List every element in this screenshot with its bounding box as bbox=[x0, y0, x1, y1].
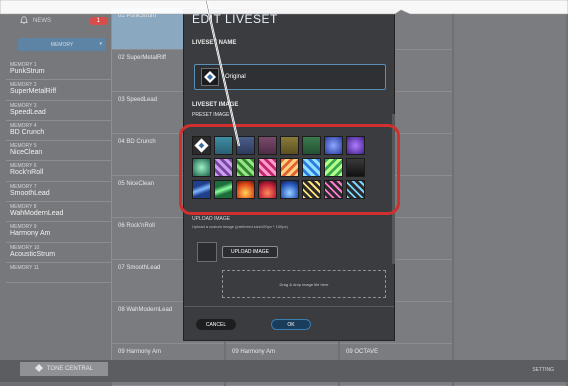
dialog-footer: CANCEL OK bbox=[184, 306, 394, 341]
memory-item[interactable]: MEMORY 2 SuperMetalRiff bbox=[6, 80, 112, 101]
memory-list: MEMORY 1 PunkStrum MEMORY 2 SuperMetalRiff… bbox=[6, 60, 112, 284]
memory-item[interactable]: MEMORY 8 WahModernLead bbox=[6, 202, 112, 223]
memory-item[interactable]: MEMORY 6 Rock'nRoll bbox=[6, 161, 112, 182]
tone-central-icon bbox=[34, 364, 43, 374]
memory-num: MEMORY 10 bbox=[10, 244, 40, 251]
tone-central-label: TONE CENTRAL bbox=[46, 366, 94, 372]
memory-item[interactable]: MEMORY 4 BD Crunch bbox=[6, 121, 112, 142]
memory-item[interactable]: MEMORY 11 bbox=[6, 263, 112, 284]
memory-num: MEMORY 11 bbox=[10, 264, 39, 271]
liveset-cell bbox=[454, 8, 566, 386]
app-window: NEWS 1 MEMORY ▾ MEMORY 1 PunkStrum MEMORY… bbox=[0, 0, 568, 386]
news-button[interactable]: NEWS 1 bbox=[19, 14, 108, 28]
memory-item[interactable]: MEMORY 5 NiceClean bbox=[6, 141, 112, 162]
liveset-name-input[interactable]: Original bbox=[194, 64, 386, 90]
memory-name: BD Crunch bbox=[10, 128, 45, 136]
bell-icon bbox=[19, 16, 29, 26]
preset-image-label: PRESET IMAGE bbox=[192, 112, 230, 118]
sidebar: NEWS 1 MEMORY ▾ MEMORY 1 PunkStrum MEMORY… bbox=[0, 0, 112, 382]
liveset-name-label: LIVESET NAME bbox=[192, 40, 237, 46]
memory-select-label: MEMORY bbox=[50, 41, 74, 48]
memory-name: SpeedLead bbox=[10, 108, 46, 116]
memory-num: MEMORY 2 bbox=[10, 82, 37, 89]
liveset-image-label: LIVESET IMAGE bbox=[192, 102, 239, 108]
memory-name: SuperMetalRiff bbox=[10, 88, 57, 96]
memory-item[interactable]: MEMORY 1 PunkStrum bbox=[6, 60, 112, 81]
liveset-name-value: Original bbox=[225, 74, 246, 80]
liveset-logo-icon bbox=[201, 68, 219, 86]
upload-preview bbox=[197, 242, 217, 262]
memory-num: MEMORY 9 bbox=[10, 224, 37, 231]
memory-item[interactable]: MEMORY 9 Harmony Am bbox=[6, 222, 112, 243]
setting-button[interactable]: SETTING bbox=[532, 367, 554, 373]
tone-central-button[interactable]: TONE CENTRAL bbox=[20, 362, 108, 376]
memory-num: MEMORY 5 bbox=[10, 143, 37, 150]
memory-item[interactable]: MEMORY 10 AcousticStrum bbox=[6, 243, 112, 263]
chevron-down-icon: ▾ bbox=[99, 41, 102, 47]
news-label: NEWS bbox=[33, 18, 51, 24]
cancel-button[interactable]: CANCEL bbox=[196, 319, 236, 330]
memory-name: NiceClean bbox=[10, 149, 43, 157]
memory-name: WahModernLead bbox=[10, 210, 64, 218]
memory-item[interactable]: MEMORY 7 SmoothLead bbox=[6, 182, 112, 203]
memory-num: MEMORY 1 bbox=[10, 62, 37, 68]
highlight-ring bbox=[179, 124, 400, 215]
memory-select[interactable]: MEMORY ▾ bbox=[18, 38, 106, 51]
image-drop-zone[interactable]: Drag & drop image file here bbox=[222, 270, 386, 298]
upload-image-hint: Upload a custom image (preferred size100… bbox=[192, 224, 288, 229]
memory-name: SmoothLead bbox=[10, 189, 50, 197]
ok-button[interactable]: OK bbox=[271, 319, 311, 330]
memory-name: PunkStrum bbox=[10, 68, 45, 75]
news-badge: 1 bbox=[88, 17, 108, 25]
memory-name: AcousticStrum bbox=[10, 250, 56, 258]
memory-name: Rock'nRoll bbox=[10, 169, 44, 177]
memory-num: MEMORY 6 bbox=[10, 163, 37, 170]
dialog-title: EDIT LIVESET bbox=[192, 12, 278, 26]
memory-num: MEMORY 4 bbox=[10, 122, 37, 129]
memory-item[interactable]: MEMORY 3 SpeedLead bbox=[6, 101, 112, 121]
upload-image-button[interactable]: UPLOAD IMAGE bbox=[222, 246, 278, 258]
memory-num: MEMORY 3 bbox=[10, 102, 37, 109]
memory-num: MEMORY 8 bbox=[10, 204, 37, 211]
memory-num: MEMORY 7 bbox=[10, 183, 37, 190]
upload-image-label: UPLOAD IMAGE bbox=[192, 216, 231, 222]
memory-name: Harmony Am bbox=[10, 230, 51, 238]
drop-zone-hint: Drag & drop image file here bbox=[279, 281, 329, 287]
liveset-column bbox=[454, 8, 566, 386]
